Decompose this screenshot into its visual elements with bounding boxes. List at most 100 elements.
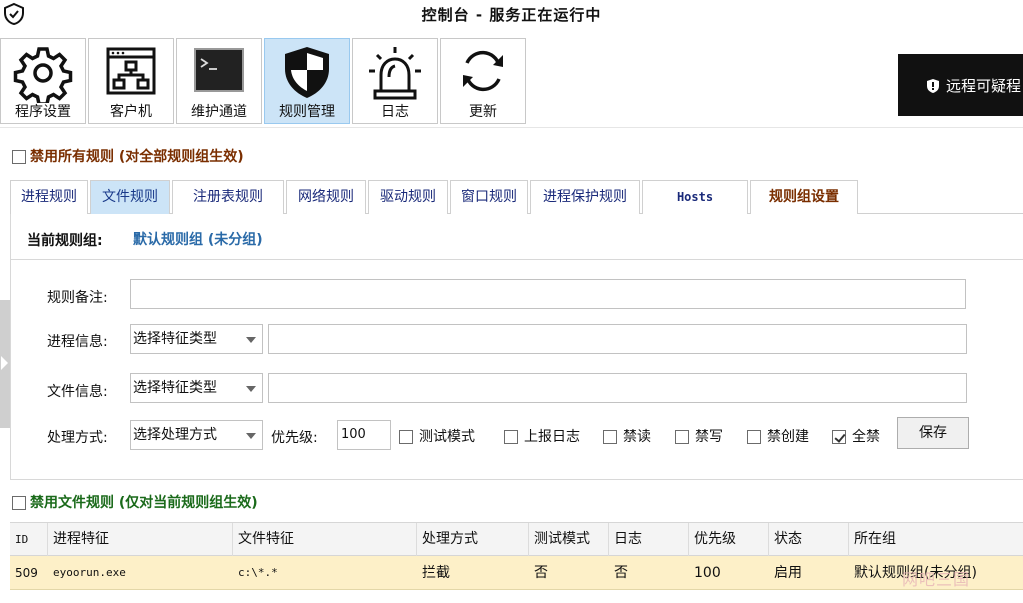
file-feature-select[interactable]: 选择特征类型 (130, 373, 263, 403)
column-header[interactable]: 处理方式 (417, 523, 529, 556)
tab-network-rules[interactable]: 网络规则 (286, 180, 366, 214)
table-cell: eyoorun.exe (53, 566, 126, 579)
remote-panel-text: 远程可疑程 (946, 77, 1022, 95)
checkbox-box[interactable] (399, 430, 413, 444)
checkbox-box[interactable] (747, 430, 761, 444)
remark-label: 规则备注: (47, 290, 108, 306)
disable-all-rules-checkbox[interactable]: 禁用所有规则 (对全部规则组生效) (12, 146, 244, 166)
checkbox-box[interactable] (675, 430, 689, 444)
checkbox-box[interactable] (832, 430, 846, 444)
checkbox-box[interactable] (603, 430, 617, 444)
shield-small-icon (927, 79, 939, 93)
option-report-log[interactable]: 上报日志 (504, 426, 580, 446)
column-header[interactable]: 优先级 (689, 523, 769, 556)
remark-input[interactable] (130, 279, 966, 309)
tab-rule-group-settings[interactable]: 规则组设置 (750, 180, 858, 214)
option-test-mode[interactable]: 测试模式 (399, 426, 475, 446)
tab-window-rules[interactable]: 窗口规则 (450, 180, 528, 214)
disable-file-rules-checkbox[interactable]: 禁用文件规则 (仅对当前规则组生效) (12, 492, 258, 512)
priority-label: 优先级: (271, 430, 318, 446)
option-deny-read[interactable]: 禁读 (603, 426, 651, 446)
column-header[interactable]: 文件特征 (233, 523, 417, 556)
table-header: ID 进程特征 文件特征 处理方式 测试模式 日志 优先级 状态 所在组 (10, 522, 1023, 556)
rule-form: 规则备注: 进程信息: 选择特征类型 文件信息: 选择特征类型 处理方式: 选择… (10, 260, 1023, 480)
table-cell: 100 (694, 565, 721, 581)
toolbar-label: 维护通道 (191, 104, 247, 120)
toolbar-label: 规则管理 (279, 104, 335, 120)
column-header[interactable]: ID (10, 523, 48, 556)
terminal-icon (194, 48, 244, 92)
file-feature-select-value: 选择特征类型 (133, 380, 217, 396)
column-header[interactable]: 所在组 (849, 523, 1023, 556)
current-group-label: 当前规则组: (27, 233, 103, 249)
save-button[interactable]: 保存 (897, 417, 969, 449)
table-cell: 509 (15, 566, 38, 580)
option-label: 全禁 (852, 429, 880, 445)
option-label: 上报日志 (524, 429, 580, 445)
process-info-label: 进程信息: (47, 334, 108, 350)
checkbox-box[interactable] (504, 430, 518, 444)
priority-input[interactable]: 100 (337, 420, 391, 450)
checkbox-box[interactable] (12, 496, 26, 510)
window-title: 控制台 - 服务正在运行中 (421, 6, 602, 24)
toolbar-button-maintenance[interactable]: 维护通道 (176, 38, 262, 124)
column-header[interactable]: 状态 (769, 523, 849, 556)
column-header[interactable]: 进程特征 (48, 523, 233, 556)
current-group-bar: 当前规则组: 默认规则组 (未分组) (10, 214, 1023, 260)
process-feature-select[interactable]: 选择特征类型 (130, 324, 263, 354)
alarm-light-icon (369, 47, 421, 100)
column-header[interactable]: 测试模式 (529, 523, 609, 556)
tab-registry-rules[interactable]: 注册表规则 (172, 180, 284, 214)
current-group-value: 默认规则组 (未分组) (133, 232, 263, 248)
option-label: 禁创建 (767, 429, 809, 445)
refresh-icon (463, 50, 503, 92)
table-cell: 否 (534, 565, 548, 581)
checkbox-box[interactable] (12, 150, 26, 164)
column-header[interactable]: 日志 (609, 523, 689, 556)
table-cell: 拦截 (422, 565, 450, 581)
file-info-input[interactable] (268, 373, 967, 403)
rule-tabs: 进程规则 文件规则 注册表规则 网络规则 驱动规则 窗口规则 进程保护规则 Ho… (10, 180, 1023, 214)
remote-suspicious-panel[interactable]: 远程可疑程 (898, 54, 1023, 116)
title-bar: 控制台 - 服务正在运行中 (0, 0, 1023, 30)
option-deny-all[interactable]: 全禁 (832, 426, 880, 446)
option-deny-create[interactable]: 禁创建 (747, 426, 809, 446)
disable-file-label: 禁用文件规则 (仅对当前规则组生效) (30, 495, 258, 511)
toolbar-label: 客户机 (110, 104, 152, 120)
toolbar-label: 更新 (469, 104, 497, 120)
action-select-value: 选择处理方式 (133, 427, 217, 443)
toolbar-button-update[interactable]: 更新 (440, 38, 526, 124)
process-feature-select-value: 选择特征类型 (133, 331, 217, 347)
network-window-icon (106, 47, 156, 95)
table-cell: 否 (614, 565, 628, 581)
process-info-input[interactable] (268, 324, 967, 354)
chevron-down-icon (246, 433, 256, 439)
action-select[interactable]: 选择处理方式 (130, 420, 263, 450)
tab-file-rules[interactable]: 文件规则 (90, 180, 170, 214)
toolbar-label: 程序设置 (15, 104, 71, 120)
option-label: 禁读 (623, 429, 651, 445)
chevron-right-icon (1, 356, 8, 370)
file-info-label: 文件信息: (47, 384, 108, 400)
option-label: 测试模式 (419, 429, 475, 445)
toolbar-label: 日志 (381, 104, 409, 120)
table-cell: 启用 (774, 565, 802, 581)
chevron-down-icon (246, 386, 256, 392)
toolbar-button-settings[interactable]: 程序设置 (0, 38, 86, 124)
gear-icon (13, 47, 73, 103)
tab-process-rules[interactable]: 进程规则 (10, 180, 88, 214)
collapse-handle[interactable] (0, 300, 10, 428)
table-row[interactable]: 509 eyoorun.exe c:\*.* 拦截 否 否 100 启用 默认规… (10, 556, 1023, 590)
option-deny-write[interactable]: 禁写 (675, 426, 723, 446)
shield-icon (285, 47, 329, 98)
tab-driver-rules[interactable]: 驱动规则 (368, 180, 448, 214)
tab-process-protect-rules[interactable]: 进程保护规则 (530, 180, 640, 214)
toolbar-button-clients[interactable]: 客户机 (88, 38, 174, 124)
toolbar-divider (0, 127, 1023, 128)
tab-hosts[interactable]: Hosts (642, 180, 748, 214)
chevron-down-icon (246, 337, 256, 343)
disable-all-label: 禁用所有规则 (对全部规则组生效) (30, 149, 244, 165)
toolbar-button-rules[interactable]: 规则管理 (264, 38, 350, 124)
action-label: 处理方式: (47, 430, 108, 446)
toolbar-button-logs[interactable]: 日志 (352, 38, 438, 124)
